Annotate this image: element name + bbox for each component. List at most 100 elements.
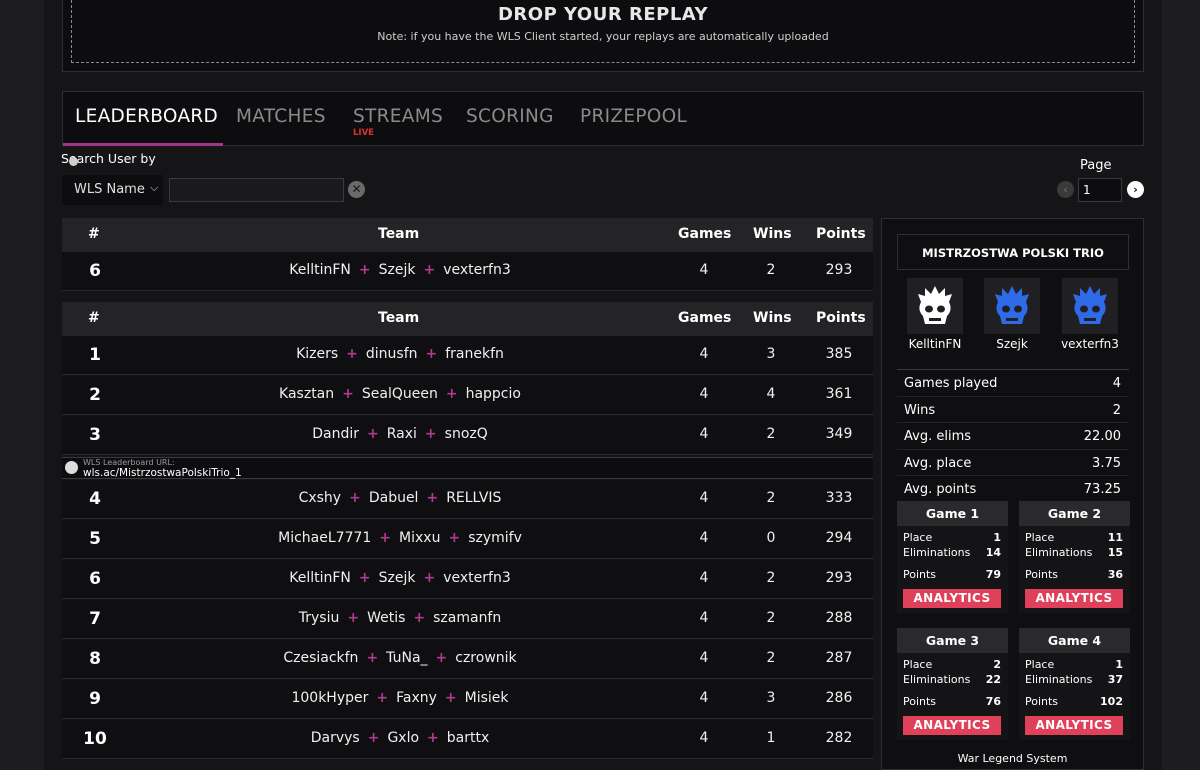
player-name[interactable]: barttx xyxy=(447,730,490,746)
table-row[interactable]: 4 Cxshy + Dabuel + RELLVIS 4 2 333 xyxy=(62,480,873,519)
player-name[interactable]: TuNa_ xyxy=(386,650,427,666)
search-input[interactable] xyxy=(169,178,344,202)
player-name[interactable]: vexterfn3 xyxy=(443,262,511,278)
player-name[interactable]: KelltinFN xyxy=(897,337,973,351)
table-row[interactable]: 6 KelltinFN + Szejk + vexterfn3 4 2 293 xyxy=(62,560,873,599)
player-name[interactable]: dinusfn xyxy=(366,346,418,362)
table-row[interactable]: 5 MichaeL7771 + Mixxu + szymifv 4 0 294 xyxy=(62,520,873,559)
url-link[interactable]: wls.ac/MistrzostwaPolskiTrio_1 xyxy=(83,467,242,479)
player-name[interactable]: szymifv xyxy=(468,530,522,546)
place-label: Place xyxy=(1025,658,1055,671)
player-name[interactable]: vexterfn3 xyxy=(443,570,511,586)
points: 293 xyxy=(825,570,853,586)
stat-row: Avg. place 3.75 xyxy=(897,450,1129,476)
table-row[interactable]: 7 Trysiu + Wetis + szamanfn 4 2 288 xyxy=(62,600,873,639)
player-name[interactable]: Raxi xyxy=(387,426,417,442)
plus-icon: + xyxy=(435,650,448,666)
points: 288 xyxy=(825,610,853,626)
player-name[interactable]: vexterfn3 xyxy=(1052,337,1128,351)
place-value: 11 xyxy=(1107,531,1123,544)
analytics-button[interactable]: ANALYTICS xyxy=(1025,589,1123,608)
player-name[interactable]: Dabuel xyxy=(369,490,419,506)
player-avatar[interactable] xyxy=(984,278,1040,334)
plus-icon: + xyxy=(426,490,439,506)
table-row[interactable]: 2 Kasztan + SealQueen + happcio 4 4 361 xyxy=(62,376,873,415)
prev-page-icon[interactable]: ‹ xyxy=(1057,181,1074,198)
search-mode-select[interactable]: WLS Name ⌵ xyxy=(62,175,163,205)
place-label: Place xyxy=(903,531,933,544)
team-players: 100kHyper + Faxny + Misiek xyxy=(180,690,620,706)
tab-matches[interactable]: MATCHES xyxy=(236,106,326,127)
player-name[interactable]: Czesiackfn xyxy=(283,650,358,666)
stat-value: 4 xyxy=(1112,376,1121,391)
header-rank: # xyxy=(88,226,100,242)
elims-value: 14 xyxy=(985,546,1001,559)
player-name[interactable]: szamanfn xyxy=(433,610,501,626)
player-name[interactable]: Dandir xyxy=(312,426,359,442)
dropzone-area[interactable]: DROP YOUR REPLAY Note: if you have the W… xyxy=(71,0,1135,63)
player-name[interactable]: Trysiu xyxy=(299,610,340,626)
tab-streams[interactable]: STREAMS xyxy=(353,106,443,127)
player-name[interactable]: Wetis xyxy=(367,610,405,626)
stat-row: Avg. elims 22.00 xyxy=(897,423,1129,450)
player-name[interactable]: snozQ xyxy=(445,426,488,442)
tab-leaderboard[interactable]: LEADERBOARD xyxy=(75,106,218,127)
game-stats: Place 1 Eliminations 37 Points 102 ANALYTIC… xyxy=(1019,653,1130,740)
my-team-row[interactable]: 6 KelltinFN + Szejk + vexterfn3 4 2 293 xyxy=(62,252,873,291)
player-name[interactable]: Faxny xyxy=(396,690,437,706)
plus-icon: + xyxy=(376,690,389,706)
game-stats: Place 2 Eliminations 22 Points 76 ANALYTICS xyxy=(897,653,1008,740)
points-value: 102 xyxy=(1100,695,1123,708)
player-name[interactable]: Darvys xyxy=(311,730,360,746)
table-row[interactable]: 9 100kHyper + Faxny + Misiek 4 3 286 xyxy=(62,680,873,719)
analytics-button[interactable]: ANALYTICS xyxy=(903,589,1001,608)
player-name[interactable]: Kizers xyxy=(296,346,338,362)
player-avatar[interactable] xyxy=(907,278,963,334)
player-name[interactable]: KelltinFN xyxy=(289,570,351,586)
skull-logo-icon xyxy=(65,461,78,474)
player-name[interactable]: Szejk xyxy=(974,337,1050,351)
header-wins: Wins xyxy=(753,226,792,242)
player-name[interactable]: Misiek xyxy=(465,690,509,706)
rank: 8 xyxy=(89,649,101,669)
table-row[interactable]: 3 Dandir + Raxi + snozQ 4 2 349 xyxy=(62,416,873,455)
plus-icon: + xyxy=(425,346,438,362)
games: 4 xyxy=(699,610,709,626)
tab-prizepool[interactable]: PRIZEPOOL xyxy=(580,106,687,127)
player-name[interactable]: Cxshy xyxy=(299,490,342,506)
player-avatar[interactable] xyxy=(1062,278,1118,334)
url-label: WLS Leaderboard URL: xyxy=(83,458,175,467)
header-team: Team xyxy=(378,226,420,242)
wins: 2 xyxy=(766,490,776,506)
player-name[interactable]: Szejk xyxy=(379,262,416,278)
player-name[interactable]: franekfn xyxy=(445,346,504,362)
tab-scoring[interactable]: SCORING xyxy=(466,106,554,127)
points: 294 xyxy=(825,530,853,546)
player-name[interactable]: czrownik xyxy=(455,650,516,666)
page-input[interactable]: 1 xyxy=(1078,178,1122,202)
player-name[interactable]: RELLVIS xyxy=(446,490,501,506)
analytics-button[interactable]: ANALYTICS xyxy=(1025,716,1123,735)
clear-icon[interactable]: ✕ xyxy=(348,181,365,198)
table-row[interactable]: 1 Kizers + dinusfn + franekfn 4 3 385 xyxy=(62,336,873,375)
next-page-icon[interactable]: › xyxy=(1127,181,1144,198)
player-name[interactable]: happcio xyxy=(466,386,521,402)
player-name[interactable]: Gxlo xyxy=(387,730,419,746)
player-name[interactable]: SealQueen xyxy=(362,386,438,402)
player-name[interactable]: Kasztan xyxy=(279,386,334,402)
rank: 9 xyxy=(89,689,101,709)
elims-label: Eliminations xyxy=(903,673,971,686)
analytics-button[interactable]: ANALYTICS xyxy=(903,716,1001,735)
player-name[interactable]: MichaeL7771 xyxy=(278,530,371,546)
table-row[interactable]: 8 Czesiackfn + TuNa_ + czrownik 4 2 287 xyxy=(62,640,873,679)
player-name[interactable]: KelltinFN xyxy=(289,262,351,278)
replay-dropzone[interactable]: DROP YOUR REPLAY Note: if you have the W… xyxy=(62,0,1144,72)
table-row[interactable]: 10 Darvys + Gxlo + barttx 4 1 282 xyxy=(62,720,873,759)
wins: 4 xyxy=(766,386,776,402)
player-name[interactable]: Mixxu xyxy=(399,530,440,546)
player-name[interactable]: Szejk xyxy=(379,570,416,586)
game-title: Game 1 xyxy=(925,506,980,521)
games: 4 xyxy=(699,690,709,706)
player-name[interactable]: 100kHyper xyxy=(291,690,368,706)
wins: 1 xyxy=(766,730,776,746)
